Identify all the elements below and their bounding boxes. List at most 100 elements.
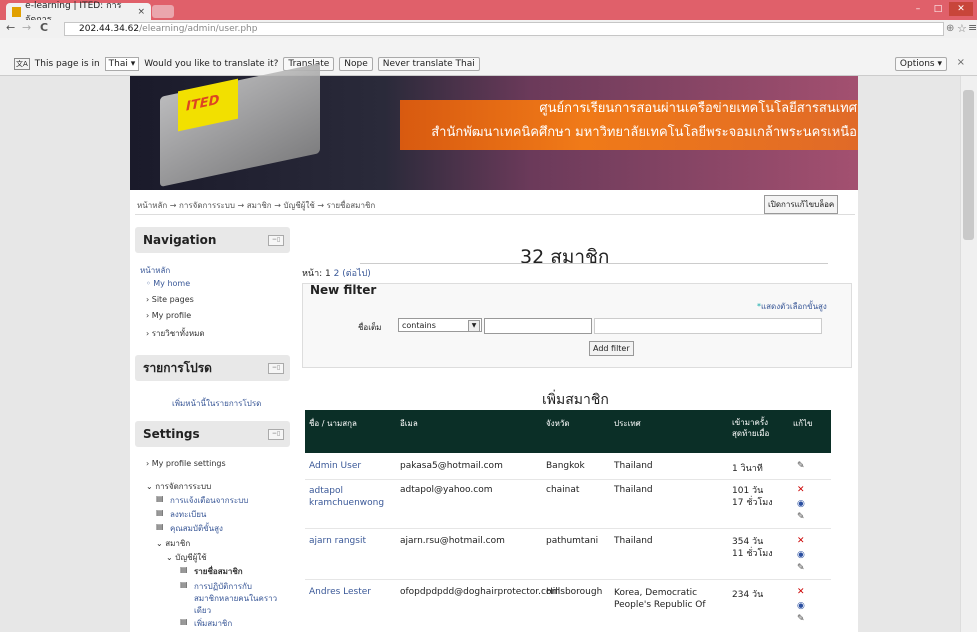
col-city[interactable]: จังหวัด (546, 417, 570, 430)
translate-prefix: This page is in (34, 59, 100, 69)
filter-value-input[interactable] (484, 318, 592, 334)
never-translate-button[interactable]: Never translate Thai (377, 57, 480, 71)
window-controls: – □ ✕ (909, 2, 973, 16)
settings-block-header: Settings −▯ (135, 421, 290, 447)
translate-close-icon[interactable]: × (957, 57, 965, 68)
settings-item-users[interactable]: ⌄ สมาชิก (156, 537, 190, 550)
col-country[interactable]: ประเทศ (614, 417, 641, 430)
user-name[interactable]: adtapol kramchuenwong (309, 485, 397, 509)
settings-item-accounts[interactable]: ⌄ บัญชีผู้ใช้ (166, 551, 207, 564)
pager-next[interactable]: (ต่อไป) (342, 269, 371, 279)
zoom-icon[interactable]: ⊕ (946, 23, 954, 34)
delete-icon[interactable]: ✕ (797, 485, 805, 495)
menu-icon[interactable]: ≡ (968, 21, 977, 34)
delete-icon[interactable]: ✕ (797, 587, 805, 597)
nav-item-home[interactable]: หน้าหลัก (140, 264, 170, 277)
user-city: pathumtani (546, 536, 599, 546)
add-filter-button[interactable]: Add filter (589, 341, 634, 356)
suspend-eye-icon[interactable]: ◉ (797, 499, 805, 509)
row-divider (305, 528, 831, 529)
page-icon: ▤ (180, 580, 188, 589)
edit-icon[interactable]: ✎ (797, 461, 805, 471)
col-email[interactable]: อีเมล (400, 417, 418, 430)
navigation-title: Navigation (143, 233, 217, 247)
settings-item-profile[interactable]: › My profile settings (146, 459, 226, 468)
user-name[interactable]: Andres Lester (309, 587, 371, 597)
nav-item-my-home[interactable]: ◦ My home (146, 279, 190, 288)
new-tab-button[interactable] (152, 5, 174, 18)
page-icon: ▤ (156, 522, 164, 531)
user-email: ofopdpdpdd@doghairprotector.com (400, 587, 561, 597)
settings-item-add-user[interactable]: เพิ่มสมาชิก (194, 617, 232, 630)
pager: หน้า: 1 2 (ต่อไป) (302, 266, 371, 280)
add-favorite-link[interactable]: เพิ่มหน้านี้ในรายการโปรด (172, 397, 261, 410)
block-collapse-icon[interactable]: −▯ (268, 363, 284, 374)
scrollbar-thumb[interactable] (963, 90, 974, 240)
tab-close-icon[interactable]: × (137, 7, 145, 17)
col-last-access[interactable]: เข้ามาครั้งสุดท้ายเมื่อ (732, 417, 786, 439)
user-country: Thailand (614, 485, 653, 495)
user-country: Thailand (614, 536, 653, 546)
suspend-eye-icon[interactable]: ◉ (797, 601, 805, 611)
fullname-label: ชื่อเต็ม (358, 323, 382, 332)
operator-value: contains (402, 321, 436, 330)
edit-icon[interactable]: ✎ (797, 614, 805, 624)
block-collapse-icon[interactable]: −▯ (268, 235, 284, 246)
user-last-access: 1 วินาที (732, 464, 763, 474)
page-icon: ▤ (180, 565, 188, 574)
user-name[interactable]: ajarn rangsit (309, 536, 366, 546)
pager-page-2[interactable]: 2 (334, 269, 340, 279)
user-city: Hillsborough (546, 587, 603, 597)
logo-text: ITED (186, 92, 220, 115)
settings-item-advanced[interactable]: คุณสมบัติขั้นสูง (170, 522, 223, 535)
settings-item-bulk-3[interactable]: เดียว (194, 604, 211, 617)
user-email: ajarn.rsu@hotmail.com (400, 536, 505, 546)
suspend-eye-icon[interactable]: ◉ (797, 550, 805, 560)
filter-title: New filter (310, 283, 377, 297)
maximize-icon[interactable]: □ (929, 2, 947, 16)
operator-select[interactable]: contains ▼ (398, 318, 482, 332)
back-icon[interactable]: ← (6, 21, 15, 34)
edit-icon[interactable]: ✎ (797, 512, 805, 522)
url-host: 202.44.34.62 (79, 24, 140, 34)
page-icon: ▤ (180, 617, 188, 626)
advanced-label[interactable]: แสดงตัวเลือกขั้นสูง (761, 302, 827, 311)
favorites-title: รายการโปรด (143, 361, 212, 375)
filter-extra-field (594, 318, 822, 334)
browser-tab[interactable]: e-learning | ITED: การจัดการ × (6, 1, 151, 25)
add-member-heading[interactable]: เพิ่มสมาชิก (542, 389, 609, 411)
edit-icon[interactable]: ✎ (797, 563, 805, 573)
edit-blocks-button[interactable]: เปิดการแก้ไขบล็อค (764, 195, 839, 214)
favorites-block-header: รายการโปรด −▯ (135, 355, 290, 381)
options-button[interactable]: Options ▾ (894, 57, 947, 71)
advanced-link[interactable]: *แสดงตัวเลือกขั้นสูง (757, 300, 827, 313)
reload-icon[interactable]: C (40, 21, 48, 34)
settings-item-registration[interactable]: ลงทะเบียน (170, 508, 206, 521)
nope-button[interactable]: Nope (339, 57, 373, 71)
user-city: chainat (546, 485, 580, 495)
address-bar[interactable]: 202.44.34.62/elearning/admin/user.php (64, 22, 944, 36)
close-window-icon[interactable]: ✕ (949, 2, 973, 16)
bookmark-star-icon[interactable]: ☆ (957, 22, 967, 35)
forward-icon[interactable]: → (22, 21, 31, 34)
breadcrumb[interactable]: หน้าหลัก → การจัดการระบบ → สมาชิก → บัญช… (137, 199, 375, 212)
nav-item-site-pages[interactable]: › Site pages (146, 295, 194, 304)
block-collapse-icon[interactable]: −▯ (268, 429, 284, 440)
settings-item-admin[interactable]: ⌄ การจัดการระบบ (146, 480, 211, 493)
chevron-down-icon[interactable]: ▼ (468, 320, 480, 332)
divider (135, 214, 855, 215)
title-underline (360, 263, 828, 264)
nav-item-my-profile[interactable]: › My profile (146, 311, 191, 320)
user-name[interactable]: Admin User (309, 461, 361, 471)
settings-item-user-list[interactable]: รายชื่อสมาชิก (194, 565, 243, 578)
delete-icon[interactable]: ✕ (797, 536, 805, 546)
nav-item-courses[interactable]: › รายวิชาทั้งหมด (146, 327, 205, 340)
minimize-icon[interactable]: – (909, 2, 927, 16)
settings-item-notifications[interactable]: การแจ้งเตือนจากระบบ (170, 494, 248, 507)
user-last-access: 234 วัน (732, 590, 764, 600)
col-edit: แก้ไข (793, 419, 813, 428)
language-select[interactable]: Thai ▾ (104, 57, 140, 71)
user-email: adtapol@yahoo.com (400, 485, 493, 495)
row-divider (305, 579, 831, 580)
col-name[interactable]: ชื่อ / นามสกุล (309, 417, 357, 430)
